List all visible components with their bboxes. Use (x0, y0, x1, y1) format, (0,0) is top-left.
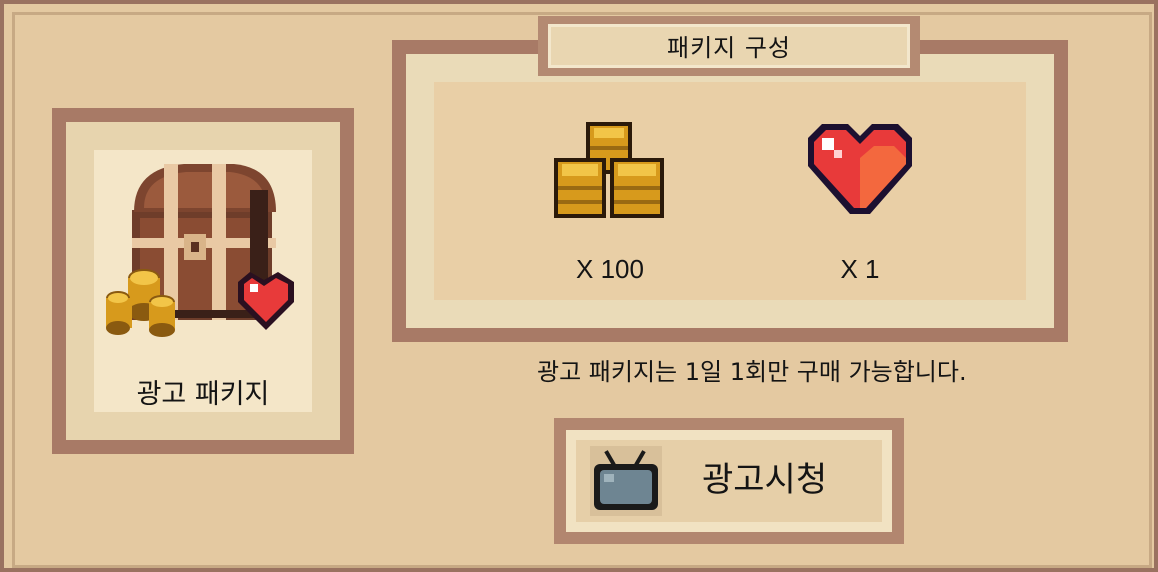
package-name: 광고 패키지 (136, 379, 270, 410)
reward-item-heart: X 1 (798, 118, 922, 285)
heart-icon (808, 124, 912, 214)
heart-amount: X 1 (840, 254, 880, 284)
package-contents-panel (392, 40, 1068, 342)
treasure-chest-icon (106, 164, 294, 337)
coins-amount: X 100 (576, 254, 644, 284)
watch-ad-label: 광고시청 (702, 460, 828, 500)
tv-icon (590, 446, 662, 516)
coin-stack-icon (554, 122, 664, 218)
purchase-limit-note: 광고 패키지는 1일 1회만 구매 가능합니다. (537, 358, 967, 386)
contents-title-tab: 패키지 구성 (538, 16, 920, 76)
reward-item-coins: X 100 (548, 118, 672, 285)
contents-title: 패키지 구성 (666, 34, 792, 62)
watch-ad-button[interactable]: 광고시청 (554, 418, 904, 544)
